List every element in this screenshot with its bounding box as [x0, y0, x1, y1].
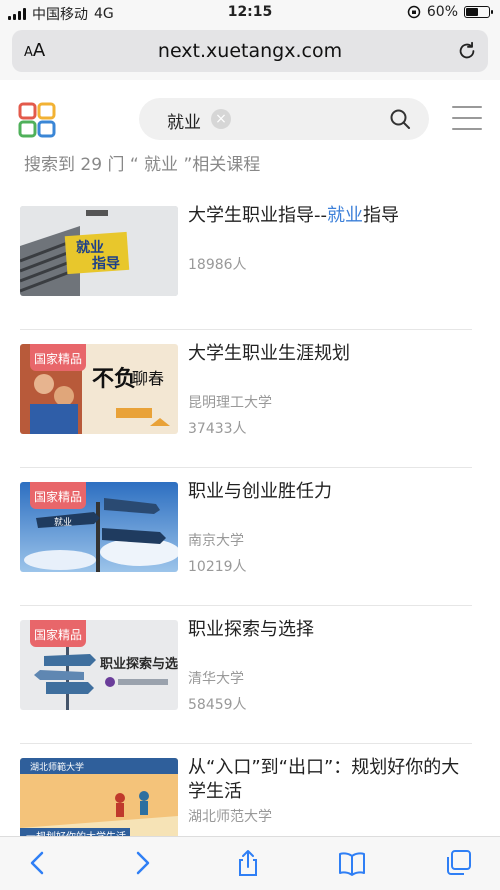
tabs-icon[interactable]: [444, 849, 472, 877]
quality-badge: 国家精品: [30, 344, 87, 371]
search-box[interactable]: 就业 ×: [139, 98, 429, 140]
svg-text:聊春: 聊春: [132, 369, 164, 388]
course-item[interactable]: 就业 国家精品 职业与创业胜任力 南京大学 10219人: [20, 468, 472, 606]
status-bar: 中国移动 4G 12:15 60%: [0, 0, 500, 26]
svg-text:就业: 就业: [54, 516, 72, 528]
course-item[interactable]: 就业 指导 大学生职业指导--就业指导 18986人: [20, 192, 472, 330]
battery-icon: [464, 6, 493, 18]
course-title[interactable]: 职业与创业胜任力: [188, 480, 472, 504]
xuetangx-logo-icon[interactable]: [18, 102, 56, 138]
school-name: 南京大学: [188, 533, 244, 549]
course-title[interactable]: 大学生职业指导--就业指导: [188, 204, 472, 228]
school-name: 清华大学: [188, 671, 244, 687]
svg-text:不负: 不负: [92, 366, 136, 392]
search-input[interactable]: 就业: [167, 108, 201, 133]
course-thumbnail[interactable]: 不负 聊春 国家精品: [20, 344, 178, 434]
site-header: 就业 ×: [0, 92, 500, 148]
clear-search-icon[interactable]: ×: [211, 109, 231, 129]
school-name: 昆明理工大学: [188, 395, 272, 411]
back-icon[interactable]: [24, 849, 52, 877]
course-thumbnail[interactable]: 湖北师範大学 一规划好你的大学生活: [20, 758, 178, 848]
course-title-tail: 指导: [363, 205, 399, 226]
status-right: 60%: [407, 4, 493, 20]
course-title-highlight: 就业: [327, 205, 363, 226]
school-name: 湖北师范大学: [188, 809, 272, 825]
thumbnail-caption: 职业探索与选择: [100, 656, 178, 672]
forward-icon[interactable]: [128, 849, 156, 877]
course-title[interactable]: 大学生职业生涯规划: [188, 342, 472, 366]
course-title[interactable]: 从“入口”到“出口”：规划好你的大学生活: [188, 756, 472, 804]
menu-icon[interactable]: [452, 106, 482, 132]
battery-percent: 60%: [426, 4, 458, 20]
course-thumbnail[interactable]: 就业 国家精品: [20, 482, 178, 572]
student-count: 10219人: [188, 559, 247, 575]
student-count: 58459人: [188, 697, 247, 713]
share-icon[interactable]: [234, 849, 262, 877]
student-count: 18986人: [188, 257, 247, 273]
student-count: 37433人: [188, 421, 247, 437]
reload-icon[interactable]: [456, 40, 478, 62]
course-item[interactable]: 职业探索与选择 国家精品 职业探索与选择 清华大学 58459人: [20, 606, 472, 744]
course-title-text: 大学生职业指导--: [188, 205, 327, 226]
course-list: 就业 指导 大学生职业指导--就业指导 18986人 不负 聊春 国家精品 大学…: [20, 192, 472, 882]
course-item[interactable]: 不负 聊春 国家精品 大学生职业生涯规划 昆明理工大学 37433人: [20, 330, 472, 468]
browser-toolbar: [0, 836, 500, 890]
svg-text:指导: 指导: [92, 255, 120, 272]
bookmarks-icon[interactable]: [338, 849, 366, 877]
thumbnail-text-sign: 就业: [76, 239, 104, 256]
course-title[interactable]: 职业探索与选择: [188, 618, 472, 642]
course-thumbnail[interactable]: 就业 指导: [20, 206, 178, 296]
browser-address-area: AA next.xuetangx.com: [0, 26, 500, 80]
search-icon[interactable]: [389, 108, 411, 130]
quality-badge: 国家精品: [30, 620, 87, 647]
quality-badge: 国家精品: [30, 482, 87, 509]
orientation-lock-icon: [407, 5, 421, 19]
result-summary: 搜索到 29 门 “ 就业 ”相关课程: [24, 155, 261, 175]
url-text[interactable]: next.xuetangx.com: [12, 40, 488, 62]
svg-text:湖北师範大学: 湖北师範大学: [30, 761, 84, 773]
course-thumbnail[interactable]: 职业探索与选择 国家精品: [20, 620, 178, 710]
address-bar[interactable]: AA next.xuetangx.com: [12, 30, 488, 72]
